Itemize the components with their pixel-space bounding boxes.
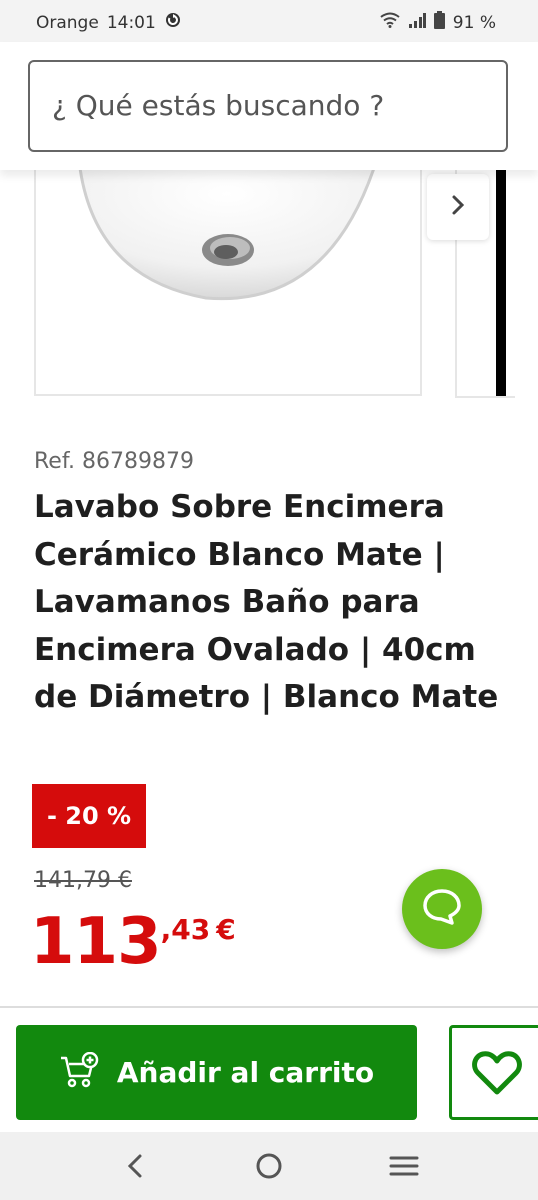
product-gallery[interactable] xyxy=(0,170,538,400)
price-integer: 113 xyxy=(30,905,162,979)
current-price: 113 ,43 € xyxy=(30,905,236,979)
search-placeholder: ¿ Qué estás buscando ? xyxy=(52,89,385,122)
header: ¿ Qué estás buscando ? xyxy=(0,42,538,170)
old-price: 141,79 € xyxy=(34,868,132,893)
price-decimal: ,43 xyxy=(160,913,211,946)
battery-level: 91 % xyxy=(452,12,496,33)
product-image[interactable] xyxy=(34,170,422,396)
sync-icon xyxy=(164,11,182,34)
divider xyxy=(0,1006,538,1008)
thumbnail-edge xyxy=(496,170,506,396)
battery-icon xyxy=(433,11,445,34)
menu-icon[interactable] xyxy=(389,1150,419,1186)
price-currency: € xyxy=(216,913,236,946)
carrier-name: Orange xyxy=(36,12,99,33)
heart-icon xyxy=(472,1050,522,1100)
status-left: Orange 14:01 xyxy=(36,11,182,34)
home-icon[interactable] xyxy=(255,1150,283,1186)
wifi-icon xyxy=(380,12,400,33)
sink-illustration xyxy=(78,170,375,301)
status-right: 91 % xyxy=(380,11,496,34)
product-title: Lavabo Sobre Encimera Cerámico Blanco Ma… xyxy=(34,489,499,715)
system-nav-bar xyxy=(0,1132,538,1200)
favorite-button[interactable] xyxy=(449,1025,538,1120)
next-image-button[interactable] xyxy=(427,174,489,240)
add-to-cart-button[interactable]: Añadir al carrito xyxy=(16,1025,417,1120)
chat-bubble-icon xyxy=(420,885,464,933)
discount-badge: - 20 % xyxy=(32,784,146,848)
product-ref: Ref. 86789879 xyxy=(34,449,194,474)
chat-button[interactable] xyxy=(402,869,482,949)
status-bar: Orange 14:01 91 % xyxy=(0,0,538,42)
search-input[interactable]: ¿ Qué estás buscando ? xyxy=(28,60,508,152)
add-to-cart-label: Añadir al carrito xyxy=(116,1056,375,1089)
back-icon[interactable] xyxy=(124,1150,146,1186)
cart-add-icon xyxy=(59,1051,99,1094)
clock: 14:01 xyxy=(106,12,156,33)
signal-icon xyxy=(408,12,426,33)
chevron-right-icon xyxy=(449,194,467,220)
